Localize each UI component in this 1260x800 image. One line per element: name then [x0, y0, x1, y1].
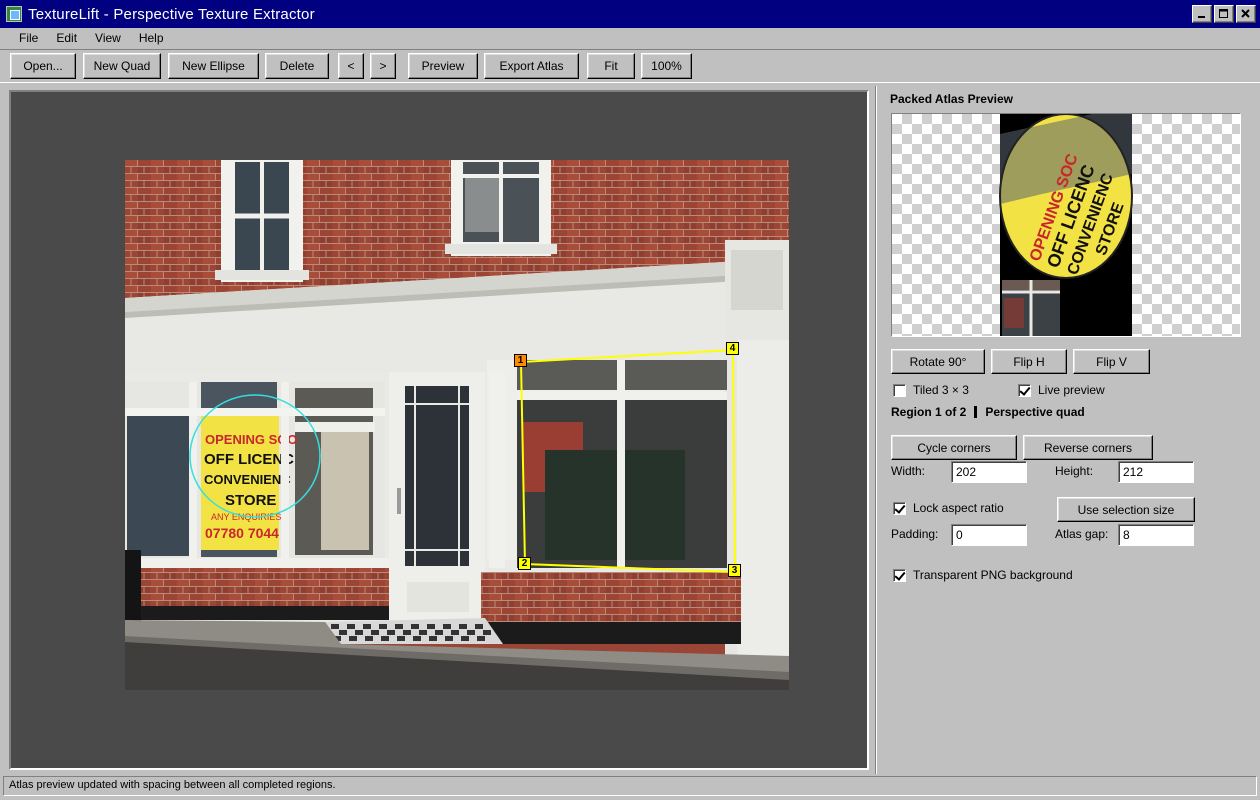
menu-bar: File Edit View Help — [0, 28, 1260, 48]
lock-aspect-label: Lock aspect ratio — [913, 501, 1004, 515]
atlas-gap-label: Atlas gap: — [1055, 527, 1109, 541]
cycle-corners-button[interactable]: Cycle corners — [891, 435, 1017, 460]
live-preview-label: Live preview — [1038, 383, 1105, 397]
menu-help[interactable]: Help — [130, 31, 173, 45]
app-icon — [6, 6, 22, 22]
fit-button[interactable]: Fit — [587, 53, 635, 79]
tiled-checkbox[interactable] — [893, 383, 906, 397]
live-preview-checkbox-row[interactable]: Live preview — [1018, 383, 1105, 397]
window-controls — [1192, 5, 1256, 23]
corner-handle-2[interactable]: 2 — [518, 557, 531, 570]
window-title: TextureLift - Perspective Texture Extrac… — [28, 5, 315, 23]
sign-line-2: OFF LICENC — [204, 451, 294, 468]
transparent-png-checkbox[interactable] — [893, 568, 906, 582]
menu-edit[interactable]: Edit — [47, 31, 86, 45]
open-button[interactable]: Open... — [10, 53, 76, 79]
close-icon[interactable] — [1236, 5, 1256, 23]
toolbar: Open... New Quad New Ellipse Delete < > … — [0, 49, 1260, 83]
upper-window-left — [215, 160, 309, 282]
zoom-100-button[interactable]: 100% — [641, 53, 692, 79]
corner-handle-3[interactable]: 3 — [728, 564, 741, 577]
new-quad-button[interactable]: New Quad — [83, 53, 161, 79]
sign-line-3: CONVENIENC — [204, 472, 291, 487]
live-preview-checkbox[interactable] — [1018, 383, 1031, 397]
height-input[interactable] — [1118, 461, 1194, 483]
status-bar: Atlas preview updated with spacing betwe… — [3, 776, 1257, 796]
shopfront-image: OPENING SOO OFF LICENC CONVENIENC STORE … — [125, 160, 789, 690]
atlas-preview-title: Packed Atlas Preview — [890, 92, 1013, 106]
atlas-preview: OPENING SOC OFF LICENC CONVENIENC STORE — [891, 113, 1241, 337]
new-ellipse-button[interactable]: New Ellipse — [168, 53, 259, 79]
sign-line-4: STORE — [225, 492, 276, 509]
flip-v-button[interactable]: Flip V — [1073, 349, 1150, 374]
title-bar: TextureLift - Perspective Texture Extrac… — [0, 0, 1260, 28]
width-label: Width: — [891, 464, 926, 478]
rotate-90-button[interactable]: Rotate 90° — [891, 349, 985, 374]
status-message: Atlas preview updated with spacing betwe… — [9, 779, 336, 791]
menu-view[interactable]: View — [86, 31, 130, 45]
tiled-label: Tiled 3 × 3 — [913, 383, 969, 397]
corner-handle-1[interactable]: 1 — [514, 354, 527, 367]
minimize-icon[interactable] — [1192, 5, 1212, 23]
previous-region-button[interactable]: < — [338, 53, 364, 79]
atlas-preview-image: OPENING SOC OFF LICENC CONVENIENC STORE — [999, 114, 1133, 336]
menu-file[interactable]: File — [10, 31, 47, 45]
upper-window-right — [445, 160, 557, 256]
next-region-button[interactable]: > — [370, 53, 396, 79]
preview-button[interactable]: Preview — [408, 53, 478, 79]
editor-canvas[interactable]: OPENING SOO OFF LICENC CONVENIENC STORE … — [9, 90, 869, 770]
flip-h-button[interactable]: Flip H — [991, 349, 1067, 374]
atlas-gap-input[interactable] — [1118, 524, 1194, 546]
corner-handle-4[interactable]: 4 — [726, 342, 739, 355]
height-label: Height: — [1055, 464, 1094, 478]
sign-line-6: 07780 7044 — [205, 525, 279, 541]
tiled-checkbox-row[interactable]: Tiled 3 × 3 — [893, 383, 969, 397]
panel-divider[interactable] — [875, 86, 877, 774]
width-input[interactable] — [951, 461, 1027, 483]
lock-aspect-checkbox[interactable] — [893, 501, 906, 515]
delete-button[interactable]: Delete — [265, 53, 329, 79]
padding-input[interactable] — [951, 524, 1027, 546]
use-selection-size-button[interactable]: Use selection size — [1057, 497, 1195, 522]
lock-aspect-checkbox-row[interactable]: Lock aspect ratio — [893, 501, 1004, 515]
reverse-corners-button[interactable]: Reverse corners — [1023, 435, 1153, 460]
region-type: Perspective quad — [985, 405, 1085, 419]
transparent-png-label: Transparent PNG background — [913, 568, 1073, 582]
source-photo: OPENING SOO OFF LICENC CONVENIENC STORE … — [125, 160, 789, 690]
padding-label: Padding: — [891, 527, 939, 541]
maximize-icon[interactable] — [1214, 5, 1234, 23]
export-atlas-button[interactable]: Export Atlas — [484, 53, 579, 79]
transparent-png-checkbox-row[interactable]: Transparent PNG background — [893, 568, 1073, 582]
region-separator — [974, 406, 978, 418]
region-index: Region 1 of 2 — [891, 405, 967, 419]
region-info: Region 1 of 2 Perspective quad — [891, 405, 1085, 419]
